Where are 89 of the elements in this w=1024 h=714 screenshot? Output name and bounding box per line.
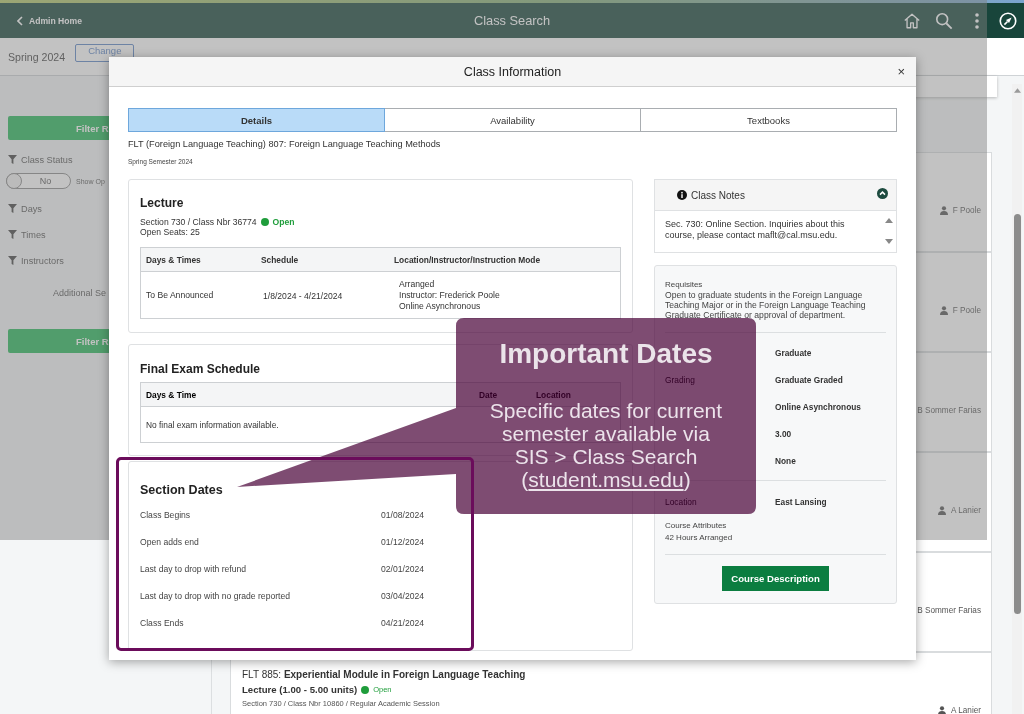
home-icon[interactable] [903,11,921,30]
instructor-name: A Lanier [950,705,981,714]
filter-label[interactable]: Days [21,203,42,214]
filter-icon [8,155,17,164]
term-label: Spring 2024 [8,50,66,63]
attributes-label: Course Attributes [665,520,727,532]
search-icon[interactable] [935,11,953,30]
attributes-value: 42 Hours Arranged [665,532,733,544]
field-value: Online Asynchronous [775,401,861,412]
date-label: Open adds end [140,536,200,547]
requisites-text: Open to graduate students in the Foreign Language Teaching Major or in the Foreign Language Teaching Graduate Certificate or approval of department. [665,290,867,320]
tab[interactable]: Details [128,108,385,132]
field-label: Grading [665,374,695,385]
scrollbar-thumb[interactable] [1013,214,1021,614]
card-heading: Lecture [140,195,184,211]
status-dot-icon [361,685,370,694]
date-label: Last day to drop with refund [140,563,248,574]
panel-title: Class Notes [691,189,745,201]
filter-label[interactable]: Instructors [21,255,64,266]
scroll-down-icon[interactable] [885,239,893,244]
compass-icon[interactable] [999,11,1017,30]
filter-label[interactable]: Times [21,229,46,240]
chevron-left-icon [17,15,23,26]
callout-link[interactable]: student.msu.edu [528,468,684,491]
change-button[interactable]: Change [75,44,135,62]
column-header: Location/Instructor/Instruction Mode [393,254,541,265]
open-seats-label: Open Seats: 25 [140,227,200,237]
scroll-up-icon[interactable] [1013,88,1021,93]
date-value: 02/01/2024 [381,563,424,574]
callout-text: Specific dates for current semester available via SIS > Class Search (student.msu.edu) [488,399,724,491]
page-title: Class Search [473,13,551,28]
card-heading: Section Dates [140,482,223,498]
info-icon [677,190,687,200]
column-header: Location [535,389,571,400]
table-cell-line: Instructor: Frederick Poole [399,289,500,301]
field-value: East Lansing [775,496,827,507]
callout-title: Important Dates [499,338,713,370]
status-dot-icon [260,218,269,226]
requisites-label: Requisites [665,280,703,290]
date-label: Class Ends [140,617,185,628]
field-label: Location [665,496,697,507]
instructor-name: F Poole [952,205,981,215]
date-label: Last day to drop with no grade reported [140,590,291,601]
filter-icon [8,256,17,265]
component-label: Lecture (1.00 - 5.00 units) [242,683,358,696]
tab[interactable]: Textbooks [641,108,897,132]
toggle-switch[interactable]: No [6,173,71,189]
table-cell-line: Arranged [399,278,436,290]
table-cell-line: Online Asynchronous [399,300,482,312]
date-label: Class Begins [140,509,192,520]
more-icon[interactable] [975,12,979,29]
back-link[interactable]: Admin Home [17,15,82,26]
modal-title: Class Information [463,64,562,79]
close-button[interactable]: × [897,64,905,79]
section-label: Additional Se [53,287,107,299]
date-value: 04/21/2024 [381,617,424,628]
filter-icon [8,204,17,213]
column-header: Days & Time [145,389,198,400]
course-heading: FLT (Foreign Language Teaching) 807: Foreign Language Teaching Methods [128,138,441,150]
filter-icon [8,230,17,239]
status-label: Open [272,217,295,227]
filter-label[interactable]: Class Status [21,154,73,165]
date-value: 03/04/2024 [381,590,424,601]
chevron-up-icon[interactable] [877,187,888,199]
scroll-up-icon[interactable] [885,218,893,223]
table-cell-text: 1/8/2024 - 4/21/2024 [262,290,344,301]
section-info: Section 730 / Class Nbr 36774 [140,217,257,227]
date-value: 01/08/2024 [381,509,424,520]
column-header: Date [478,389,499,400]
instructor-name: F Poole [952,305,981,315]
course-title[interactable]: FLT 885: Experiential Module in Foreign Language Teaching [242,668,526,681]
instructor-name: B Sommer Farias [917,605,981,615]
instructor-name: A Lanier [950,505,981,515]
card-heading: Final Exam Schedule [140,361,261,377]
field-value: 3.00 [775,428,792,439]
date-value: 01/12/2024 [381,536,424,547]
field-value: Graduate [775,347,812,358]
field-value: Graduate Graded [775,374,843,385]
class-notes-text: Sec. 730: Online Section. Inquiries about this course, please contact maflt@cal.msu.edu. [664,218,846,242]
column-header: Days & Times [145,254,202,265]
field-value: None [775,455,796,466]
tab[interactable]: Availability [385,108,641,132]
course-description-button[interactable]: Course Description [722,566,829,591]
table-cell-text: To Be Announced [145,290,215,300]
column-header: Schedule [260,254,300,265]
scrollbar[interactable] [1012,84,1022,714]
toggle-knob[interactable] [6,173,22,189]
instructor-name: B Sommer Farias [917,405,981,415]
table-cell-text: No final exam information available. [145,419,279,430]
